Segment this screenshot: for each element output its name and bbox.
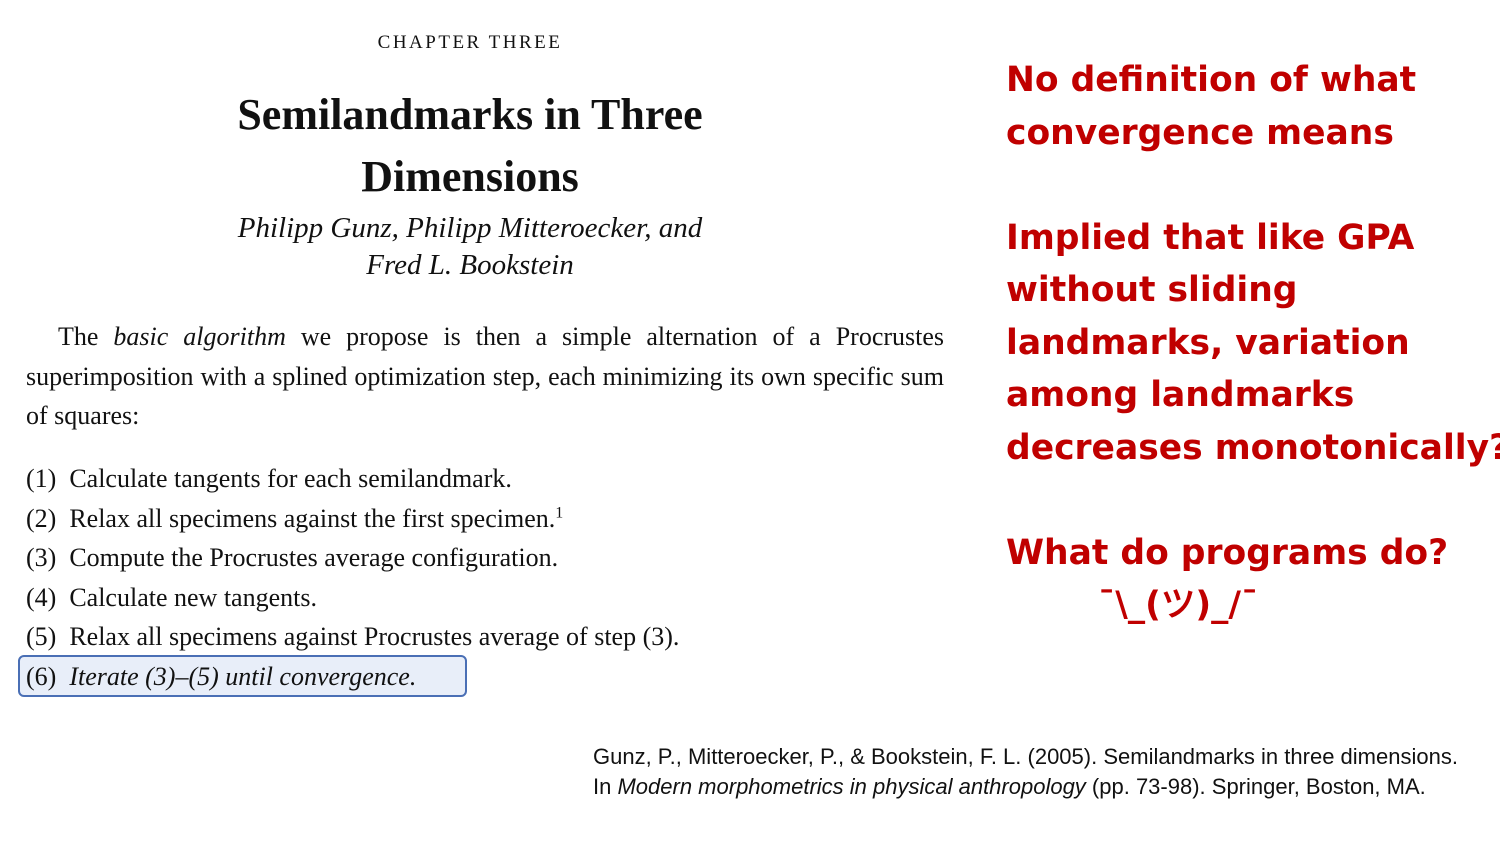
intro-paragraph: The basic algorithm we propose is then a… [26, 317, 944, 436]
step-text: Compute the Procrustes average configura… [69, 543, 559, 573]
step-text: Calculate tangents for each semilandmark… [69, 464, 512, 493]
annotation-monotonic: Implied that like GPA without sliding la… [1006, 212, 1500, 475]
annotation-line: convergence means [1006, 112, 1394, 153]
intro-emphasis: basic algorithm [113, 322, 286, 351]
chapter-title-line-1: Semilandmarks in Three [237, 90, 703, 139]
step-number: (5) [26, 622, 57, 652]
shrug-emoticon: ¯\_(ツ)_/¯ [1098, 585, 1259, 625]
annotation-line: Implied that like GPA [1006, 217, 1415, 258]
step-number: (6) [26, 661, 57, 691]
annotation-convergence: No definition of what convergence means [1006, 54, 1496, 159]
annotation-line: without sliding [1006, 270, 1298, 310]
citation: Gunz, P., Mitteroecker, P., & Bookstein,… [593, 742, 1473, 802]
step-number: (3) [26, 543, 57, 573]
chapter-title-line-2: Dimensions [361, 152, 579, 201]
step-number: (1) [26, 464, 57, 493]
annotation-line: among landmarks [1006, 375, 1355, 415]
step-number: (2) [26, 503, 57, 533]
chapter-title: Semilandmarks in Three Dimensions [150, 84, 790, 208]
chapter-authors: Philipp Gunz, Philipp Mitteroecker, and … [150, 210, 790, 284]
annotation-line: No definition of what [1006, 60, 1417, 100]
citation-book-title: Modern morphometrics in physical anthrop… [617, 774, 1086, 799]
algorithm-steps: (1) Calculate tangents for each semiland… [26, 459, 926, 697]
annotation-line: What do programs do? [1006, 532, 1449, 573]
step-number: (4) [26, 582, 57, 612]
annotation-programs: What do programs do? ¯\_(ツ)_/¯ [1006, 527, 1496, 632]
red-annotations: No definition of what convergence means … [1006, 54, 1500, 684]
step-2: (2) Relax all specimens against the firs… [26, 499, 926, 539]
annotation-line: landmarks, variation [1006, 322, 1410, 363]
step-5: (5) Relax all specimens against Procrust… [26, 617, 926, 657]
step-text: Relax all specimens against the first sp… [69, 503, 556, 533]
step-6: (6) Iterate (3)–(5) until convergence. [26, 657, 926, 697]
step-text: Relax all specimens against Procrustes a… [69, 622, 680, 652]
authors-line-1: Philipp Gunz, Philipp Mitteroecker, and [237, 212, 703, 244]
chapter-label: CHAPTER THREE [377, 32, 563, 53]
footnote-marker: 1 [555, 503, 564, 521]
step-4: (4) Calculate new tangents. [26, 578, 926, 618]
annotation-line: decreases monotonically? [1006, 427, 1500, 468]
step-1: (1) Calculate tangents for each semiland… [26, 459, 926, 499]
step-3: (3) Compute the Procrustes average confi… [26, 538, 926, 578]
authors-line-2: Fred L. Bookstein [366, 249, 574, 281]
step-text: Iterate (3)–(5) until convergence. [69, 661, 417, 691]
citation-publisher: (pp. 73-98). Springer, Boston, MA. [1085, 774, 1426, 799]
intro-text-start: The [58, 322, 114, 351]
step-text: Calculate new tangents. [69, 582, 317, 612]
